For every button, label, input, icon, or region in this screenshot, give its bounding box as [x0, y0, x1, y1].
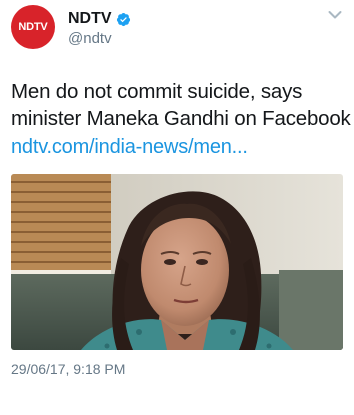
author-name-row: NDTV [68, 10, 131, 28]
verified-badge-icon [116, 12, 130, 26]
tweet-media-image[interactable] [11, 174, 343, 350]
portrait-photo [11, 174, 343, 350]
author-handle[interactable]: @ndtv [68, 30, 112, 47]
tweet-card: NDTV NDTV @ndtv Men do not commit suicid… [0, 0, 354, 415]
avatar[interactable]: NDTV [11, 5, 55, 49]
tweet-link[interactable]: ndtv.com/india-news/men... [11, 136, 248, 159]
tweet-text: Men do not commit suicide, says minister… [11, 80, 351, 130]
chevron-down-icon[interactable] [328, 10, 342, 20]
tweet-timestamp[interactable]: 29/06/17, 9:18 PM [11, 361, 125, 377]
display-name[interactable]: NDTV [68, 10, 112, 28]
avatar-logo-text: NDTV [18, 21, 48, 33]
